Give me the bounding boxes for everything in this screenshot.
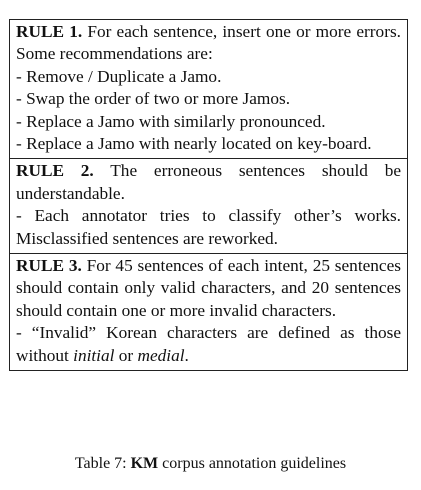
guidelines-table: RULE 1. For each sentence, insert one or… [9, 19, 408, 372]
rule-3-note-end: . [184, 345, 189, 365]
rule-1-bullet: - Replace a Jamo with nearly located on … [16, 134, 372, 154]
rule-3-note-mid: or [118, 345, 134, 365]
rule-1-text: RULE 1. For each sentence, insert one or… [16, 21, 401, 66]
rule-1-cell: RULE 1. For each sentence, insert one or… [10, 20, 407, 158]
rule-3-term-initial: initial [73, 345, 115, 365]
caption-corpus-name: KM [130, 455, 159, 472]
rule-3-heading: RULE 3. [16, 256, 82, 276]
rule-1-bullet: - Remove / Duplicate a Jamo. [16, 66, 222, 86]
rule-2-text: RULE 2. The erroneous sentences should b… [16, 160, 401, 205]
rule-2-bullet: - Each annotator tries to classify other… [16, 206, 401, 248]
rule-3-text: RULE 3. For 45 sentences of each intent,… [16, 255, 401, 322]
caption-label: Table 7: [74, 455, 127, 472]
rule-1-heading: RULE 1. [16, 22, 83, 41]
rule-3-term-medial: medial [137, 345, 185, 365]
rule-3-cell: RULE 3. For 45 sentences of each intent,… [10, 253, 407, 370]
table-caption: Table 7: KM corpus annotation guidelines [0, 454, 421, 474]
rule-2-cell: RULE 2. The erroneous sentences should b… [10, 158, 407, 253]
rule-1-bullet: - Replace a Jamo with similarly pronounc… [16, 111, 326, 131]
rule-1-bullet: - Swap the order of two or more Jamos. [16, 89, 291, 109]
rule-3-note: - “Invalid” Korean characters are define… [16, 322, 401, 367]
rule-2-heading: RULE 2. [16, 161, 94, 181]
caption-text: corpus annotation guidelines [162, 455, 347, 472]
